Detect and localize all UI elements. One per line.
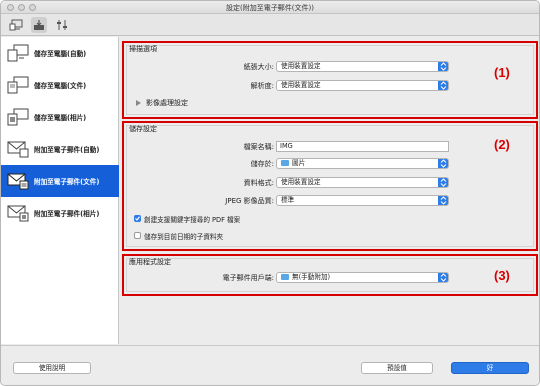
ok-button[interactable]: 好 [451, 362, 529, 374]
computer-document-icon [7, 76, 29, 94]
email-auto-icon [7, 141, 29, 158]
sidebar: 儲存至電腦(自動) 儲存至電腦(文件) 儲存至電腦(相片) 附加至電子郵件(自動… [1, 37, 119, 344]
scan-options-panel: 掃描選項 紙張大小: 使用裝置設定 解析度: 使用裝置設定 影像處理設定 (1) [122, 41, 538, 119]
save-in-value: 圖片 [292, 159, 306, 167]
email-client-select[interactable]: 無(手動附加) [276, 272, 449, 283]
date-subfolder-checkbox[interactable] [134, 232, 141, 239]
file-name-field[interactable]: IMG [276, 141, 449, 152]
paper-size-label: 紙張大小: [243, 63, 274, 71]
computer-photo-icon [7, 108, 29, 126]
application-settings-panel: 應用程式設定 電子郵件用戶端: 無(手動附加) (3) [122, 254, 538, 296]
folder-icon [281, 160, 289, 166]
data-format-value: 使用裝置設定 [281, 178, 321, 186]
sidebar-item-label: 附加至電子郵件(相片) [34, 210, 100, 218]
file-name-label: 檔案名稱: [243, 143, 274, 151]
tab-general-settings[interactable] [54, 17, 70, 33]
data-format-select[interactable]: 使用裝置設定 [276, 177, 449, 188]
jpeg-quality-value: 標準 [281, 196, 295, 204]
save-in-label: 儲存於: [250, 160, 274, 168]
scan-to-computer-tab-icon [9, 19, 23, 31]
help-button[interactable]: 使用說明 [13, 362, 91, 374]
tab-scan-to-computer[interactable] [8, 17, 24, 33]
image-processing-settings-toggle[interactable]: 影像處理設定 [146, 98, 188, 108]
sidebar-item-label: 儲存至電腦(文件) [34, 82, 87, 90]
chevron-updown-icon [438, 273, 448, 282]
sidebar-item-save-to-computer-photo[interactable]: 儲存至電腦(相片) [1, 101, 119, 133]
sidebar-item-save-to-computer-auto[interactable]: 儲存至電腦(自動) [1, 37, 119, 69]
chevron-updown-icon [438, 178, 448, 187]
jpeg-quality-select[interactable]: 標準 [276, 195, 449, 206]
save-settings-title: 儲存設定 [129, 125, 157, 133]
jpeg-quality-label: JPEG 影像品質: [225, 197, 274, 205]
computer-save-icon [7, 44, 29, 62]
general-settings-tab-icon [57, 20, 67, 30]
checkmark-icon [135, 216, 140, 221]
chevron-updown-icon [438, 62, 448, 71]
scan-from-panel-tab-icon [34, 20, 44, 30]
bottom-bar: 使用說明 預設值 好 [1, 345, 539, 385]
disclosure-triangle-icon[interactable] [136, 100, 141, 106]
toolbar [1, 14, 539, 36]
resolution-select[interactable]: 使用裝置設定 [276, 80, 449, 91]
email-photo-icon [7, 205, 29, 222]
title-bar: 設定(附加至電子郵件(文件)) [1, 1, 539, 14]
date-subfolder-label: 儲存到目前日期的子資料夾 [144, 233, 224, 241]
callout-3: (3) [494, 268, 510, 283]
paper-size-value: 使用裝置設定 [281, 62, 321, 70]
callout-1: (1) [494, 65, 510, 80]
resolution-label: 解析度: [250, 82, 274, 90]
sidebar-item-label: 儲存至電腦(自動) [34, 50, 87, 58]
chevron-updown-icon [438, 159, 448, 168]
resolution-value: 使用裝置設定 [281, 81, 321, 89]
email-document-icon [7, 173, 29, 190]
folder-icon [281, 274, 289, 280]
save-in-select[interactable]: 圖片 [276, 158, 449, 169]
chevron-updown-icon [438, 81, 448, 90]
pdf-keyword-search-checkbox[interactable] [134, 215, 141, 222]
callout-2: (2) [494, 137, 510, 152]
email-client-value: 無(手動附加) [292, 273, 331, 281]
data-format-label: 資料格式: [243, 179, 274, 187]
email-client-label: 電子郵件用戶端: [222, 274, 274, 282]
save-settings-panel: 儲存設定 檔案名稱: IMG 儲存於: 圖片 資料格式: 使用裝置設定 JPEG… [122, 121, 538, 251]
settings-window: 設定(附加至電子郵件(文件)) 儲存至電腦(自動) 儲存至電腦(文件) 儲存至電… [0, 0, 540, 386]
application-settings-title: 應用程式設定 [129, 258, 171, 266]
sidebar-item-save-to-computer-document[interactable]: 儲存至電腦(文件) [1, 69, 119, 101]
paper-size-select[interactable]: 使用裝置設定 [276, 61, 449, 72]
sidebar-item-attach-email-document[interactable]: 附加至電子郵件(文件) [1, 165, 119, 197]
sidebar-item-attach-email-auto[interactable]: 附加至電子郵件(自動) [1, 133, 119, 165]
window-title: 設定(附加至電子郵件(文件)) [226, 4, 314, 12]
sidebar-item-label: 儲存至電腦(相片) [34, 114, 87, 122]
chevron-updown-icon [438, 196, 448, 205]
sidebar-item-attach-email-photo[interactable]: 附加至電子郵件(相片) [1, 197, 119, 229]
tab-scan-from-panel[interactable] [31, 17, 47, 33]
pdf-keyword-search-label: 創建支援關鍵字搜尋的 PDF 檔案 [144, 216, 241, 224]
sidebar-item-label: 附加至電子郵件(文件) [34, 178, 100, 186]
defaults-button[interactable]: 預設值 [361, 362, 433, 374]
scan-options-title: 掃描選項 [129, 45, 157, 53]
sidebar-item-label: 附加至電子郵件(自動) [34, 146, 100, 154]
